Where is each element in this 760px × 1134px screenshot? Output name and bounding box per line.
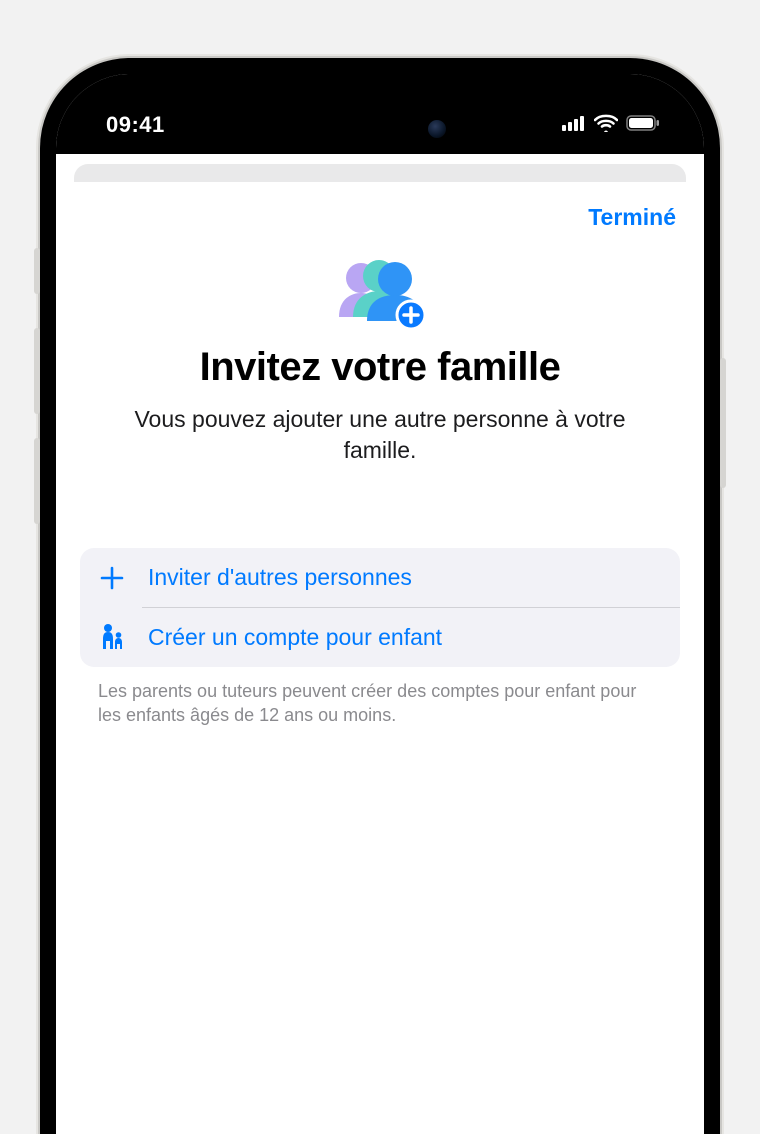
power-button <box>720 358 726 488</box>
front-camera <box>428 120 446 138</box>
create-child-account-row[interactable]: Créer un compte pour enfant <box>80 607 680 667</box>
footer-note: Les parents ou tuteurs peuvent créer des… <box>80 679 680 728</box>
cellular-icon <box>562 115 586 136</box>
invite-people-label: Inviter d'autres personnes <box>148 564 412 591</box>
option-list: Inviter d'autres personnes Créer un comp… <box>80 548 680 667</box>
modal-sheet: Terminé <box>56 182 704 1134</box>
phone-screen: 09:41 <box>56 74 704 1134</box>
sheet-header: Terminé <box>80 204 680 231</box>
status-icons <box>562 114 660 137</box>
hero-section: Invitez votre famille Vous pouvez ajoute… <box>80 255 680 466</box>
status-time: 09:41 <box>106 112 165 138</box>
page-title: Invitez votre famille <box>90 345 670 390</box>
side-button <box>34 248 40 294</box>
volume-down-button <box>34 438 40 524</box>
battery-icon <box>626 115 660 136</box>
family-add-icon <box>325 255 435 333</box>
parent-child-icon <box>98 623 126 651</box>
create-child-account-label: Créer un compte pour enfant <box>148 624 442 651</box>
done-button[interactable]: Terminé <box>588 204 676 231</box>
invite-people-row[interactable]: Inviter d'autres personnes <box>80 548 680 607</box>
phone-frame: 09:41 <box>40 58 720 1134</box>
volume-up-button <box>34 328 40 414</box>
dynamic-island <box>300 106 460 152</box>
plus-icon <box>98 565 126 591</box>
wifi-icon <box>594 114 618 137</box>
page-subtitle: Vous pouvez ajouter une autre personne à… <box>90 404 670 466</box>
